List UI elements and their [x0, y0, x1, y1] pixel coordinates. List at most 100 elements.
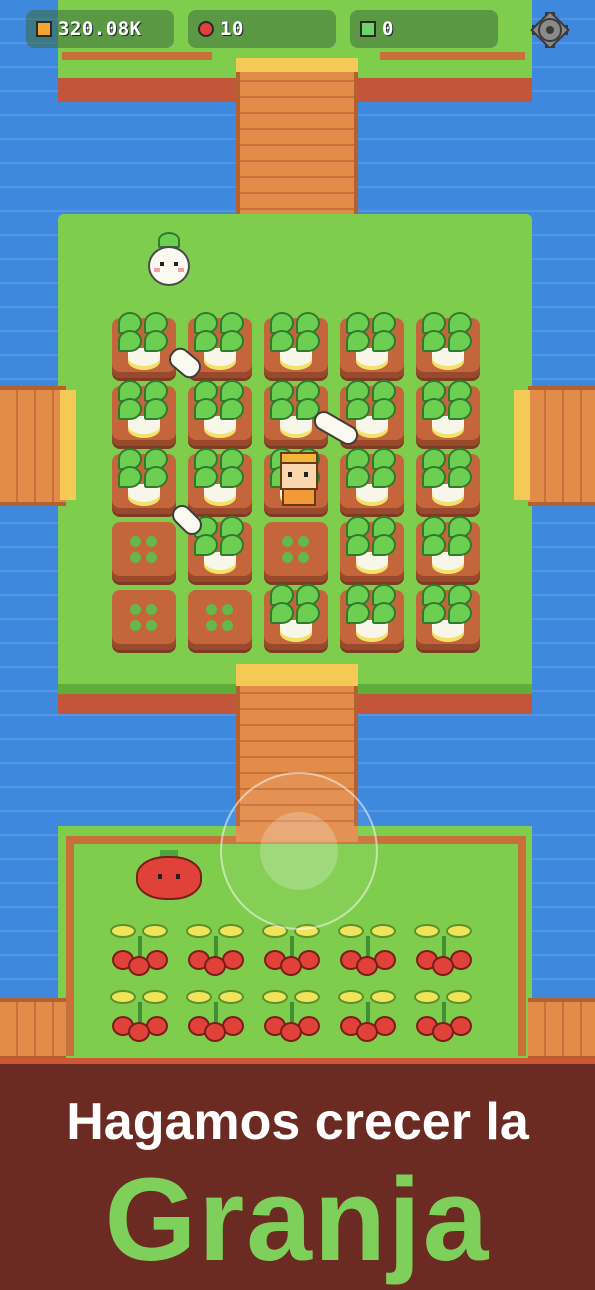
leaf [194, 330, 218, 352]
leaf [448, 398, 472, 420]
leaf [346, 602, 370, 624]
farm-plot[interactable] [416, 380, 480, 446]
leaf [194, 398, 218, 420]
leaf [422, 466, 446, 488]
tomato-plant-icon[interactable] [108, 990, 172, 1048]
leaf [372, 602, 396, 624]
turnip-leaves-icon [118, 448, 170, 494]
joystick-knob[interactable] [260, 812, 338, 890]
farm-plot[interactable] [112, 380, 176, 446]
tomato-plant-icon[interactable] [260, 924, 324, 982]
turnip-leaves-icon [270, 312, 322, 358]
left-bridge [0, 386, 66, 506]
bridge-sand-bottom [236, 664, 358, 688]
leaf [448, 330, 472, 352]
game-scene[interactable]: 320.08K 10 0 Hagamos crecer la Granja [0, 0, 595, 1290]
farm-plot[interactable] [416, 448, 480, 514]
leaf [346, 398, 370, 420]
leaf [422, 602, 446, 624]
leaf [372, 330, 396, 352]
right-bridge-sand [514, 390, 530, 500]
turnip-leaves-icon [346, 448, 398, 494]
right-bridge [528, 386, 595, 506]
turnip-leaves-icon [118, 312, 170, 358]
sprout-icon [130, 536, 158, 564]
farm-plot[interactable] [112, 590, 176, 650]
farm-plot[interactable] [188, 380, 252, 446]
coin-icon [36, 21, 52, 37]
tomato-plant-icon[interactable] [184, 924, 248, 982]
turnip-leaves-icon [194, 312, 246, 358]
farm-plot[interactable] [112, 522, 176, 582]
sprout-icon [130, 604, 158, 632]
tomato-plant-icon[interactable] [336, 924, 400, 982]
leaf [118, 466, 142, 488]
gear-icon[interactable] [530, 10, 570, 50]
farm-plot[interactable] [340, 516, 404, 582]
leaf [296, 602, 320, 624]
leaf [372, 398, 396, 420]
leaf [422, 534, 446, 556]
leaf [220, 330, 244, 352]
turnip-leaves-icon [346, 312, 398, 358]
leaf [220, 466, 244, 488]
turnip-leaves-icon [194, 380, 246, 426]
top-fence-left [62, 52, 212, 60]
tomato-plant-icon[interactable] [260, 990, 324, 1048]
farm-plot[interactable] [188, 448, 252, 514]
coin-value: 320.08K [58, 18, 142, 40]
farm-plot[interactable] [264, 312, 328, 378]
tomato-plant-icon[interactable] [184, 990, 248, 1048]
leaf [194, 534, 218, 556]
leaf [118, 330, 142, 352]
turnip-leaves-icon [346, 516, 398, 562]
tomato-plant-icon[interactable] [412, 990, 476, 1048]
leaf [372, 466, 396, 488]
turnip-leaves-icon [422, 312, 474, 358]
leaf [372, 534, 396, 556]
turnip-npc-icon[interactable] [146, 232, 192, 292]
tomato-npc-icon[interactable] [136, 850, 202, 902]
leaf [346, 534, 370, 556]
turnip-leaves-icon [118, 380, 170, 426]
gem-counter: 0 [350, 10, 498, 48]
tomato-plant-icon[interactable] [108, 924, 172, 982]
turnip-leaves-icon [346, 380, 398, 426]
joystick-icon[interactable] [220, 772, 378, 930]
turnip-leaves-icon [194, 448, 246, 494]
farm-plot[interactable] [416, 312, 480, 378]
banner-title: Granja [104, 1154, 491, 1286]
leaf [144, 398, 168, 420]
farm-plot[interactable] [340, 312, 404, 378]
tomato-plant-icon[interactable] [412, 924, 476, 982]
leaf [270, 602, 294, 624]
bottom-left-bridge [0, 998, 66, 1060]
leaf [422, 330, 446, 352]
turnip-leaves-icon [422, 516, 474, 562]
farm-plot[interactable] [264, 522, 328, 582]
farm-plot[interactable] [340, 448, 404, 514]
leaf [448, 466, 472, 488]
leaf [118, 398, 142, 420]
leaf [346, 330, 370, 352]
turnip-leaves-icon [422, 380, 474, 426]
bottom-right-bridge [528, 998, 595, 1060]
apple-icon [198, 21, 214, 37]
sprout-icon [206, 604, 234, 632]
turnip-leaves-icon [346, 584, 398, 630]
farmer-player-icon[interactable] [274, 452, 324, 508]
coin-counter: 320.08K [26, 10, 174, 48]
left-bridge-sand [60, 390, 76, 500]
leaf [296, 330, 320, 352]
farm-plot[interactable] [188, 590, 252, 650]
farm-plot[interactable] [416, 516, 480, 582]
farm-plot[interactable] [416, 584, 480, 650]
farm-plot[interactable] [112, 448, 176, 514]
farm-plot[interactable] [112, 312, 176, 378]
farm-plot[interactable] [340, 584, 404, 650]
tomato-plant-icon[interactable] [336, 990, 400, 1048]
leaf [144, 330, 168, 352]
leaf [448, 534, 472, 556]
promo-banner: Hagamos crecer la Granja [0, 1058, 595, 1290]
farm-plot[interactable] [264, 584, 328, 650]
